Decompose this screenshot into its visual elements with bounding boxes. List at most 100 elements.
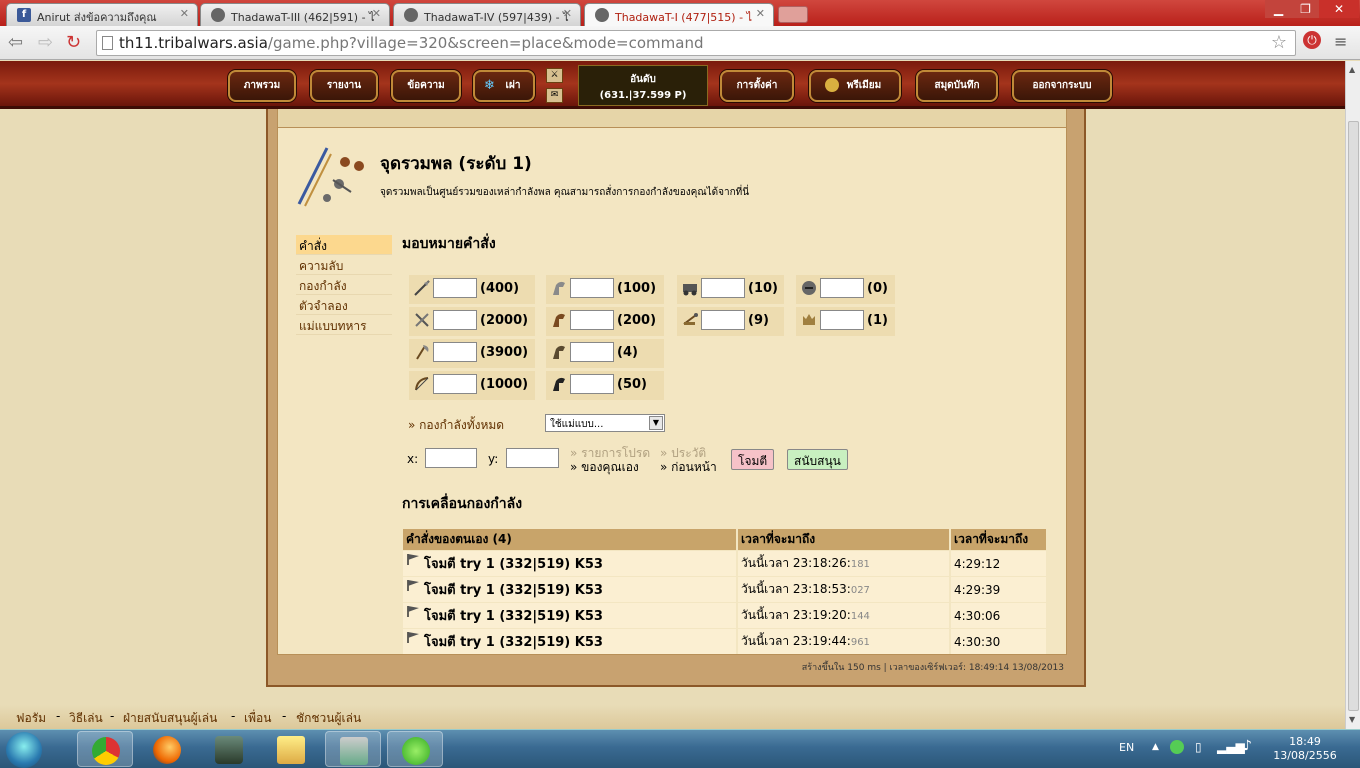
ram-input[interactable] <box>701 278 745 298</box>
chevron-down-icon[interactable]: ▼ <box>649 416 663 430</box>
tray-up-arrow-icon[interactable]: ▲ <box>1152 742 1159 752</box>
footer-link-support[interactable]: ฝ่ายสนับสนุนผู้เล่น <box>123 709 217 728</box>
menu-notebook-button[interactable]: สมุดบันทึก <box>916 70 998 102</box>
command-name-link[interactable]: โจมตี try 1 (332|519) K53 <box>424 635 603 650</box>
volume-icon[interactable]: ♪ <box>1243 738 1252 754</box>
arrival-time: วันนี้เวลา 23:19:44: <box>741 634 851 648</box>
browser-tab[interactable]: f Anirut ส่งข้อความถึงคุณ ✕ <box>6 3 198 26</box>
menu-map-button[interactable]: ภาพรวม <box>228 70 296 102</box>
light-input[interactable] <box>570 310 614 330</box>
archer-input[interactable] <box>433 374 477 394</box>
new-tab-button[interactable] <box>778 6 808 23</box>
all-troops-link[interactable]: » กองกำลังทั้งหมด <box>408 416 504 435</box>
own-favorites-link[interactable]: » รายการโปรด » ของคุณเอง <box>570 446 650 474</box>
network-signal-icon[interactable]: ▂▄▆ <box>1217 740 1245 754</box>
axe-count[interactable]: (3900) <box>480 345 528 360</box>
sidemenu-item-simulator[interactable]: ตัวจำลอง <box>296 295 392 315</box>
spy-input[interactable] <box>570 278 614 298</box>
catapult-count[interactable]: (9) <box>748 313 769 328</box>
browser-tab-active[interactable]: ThadawaT-I (477|515) - ไ ✕ <box>584 3 774 26</box>
browser-tab[interactable]: ThadawaT-IV (597|439) - ไ ✕ <box>393 3 581 26</box>
windows-taskbar: EN ▲ ▯ ▂▄▆ ♪ 18:49 13/08/2556 <box>0 729 1360 768</box>
spear-count[interactable]: (400) <box>480 281 519 296</box>
scroll-down-icon[interactable]: ▼ <box>1349 715 1355 724</box>
taskbar-game[interactable] <box>201 731 257 767</box>
template-select[interactable]: ใช้แม่แบบ... ▼ <box>545 414 665 432</box>
taskbar-clock[interactable]: 18:49 13/08/2556 <box>1270 735 1340 763</box>
spy-count[interactable]: (100) <box>617 281 656 296</box>
support-button[interactable]: สนับสนุน <box>787 449 848 470</box>
y-coordinate-input[interactable] <box>506 448 559 468</box>
footer-link-help[interactable]: วิธีเล่น <box>69 709 103 728</box>
sword-input[interactable] <box>433 310 477 330</box>
menu-messages-button[interactable]: ข้อความ <box>391 70 461 102</box>
knight-input[interactable] <box>820 278 864 298</box>
x-coordinate-input[interactable] <box>425 448 477 468</box>
command-name-link[interactable]: โจมตี try 1 (332|519) K53 <box>424 583 603 598</box>
maximize-button[interactable]: ❐ <box>1292 0 1319 18</box>
snob-count[interactable]: (1) <box>867 313 888 328</box>
knight-count[interactable]: (0) <box>867 281 888 296</box>
menu-tribe-button[interactable]: ❄ เผ่า <box>473 70 535 102</box>
browser-tab[interactable]: ThadawaT-III (462|591) - ไ ✕ <box>200 3 390 26</box>
sword-icon[interactable]: ⚔ <box>546 68 563 83</box>
scroll-icon[interactable]: ✉ <box>546 88 563 103</box>
sidemenu-item-templates[interactable]: แม่แบบทหาร <box>296 315 392 335</box>
adblock-icon[interactable]: ⏻ <box>1303 31 1321 49</box>
taskbar-utorrent[interactable] <box>387 731 443 767</box>
command-name-link[interactable]: โจมตี try 1 (332|519) K53 <box>424 557 603 572</box>
menu-reports-button[interactable]: รายงาน <box>310 70 378 102</box>
menu-icon[interactable]: ≡ <box>1334 32 1347 51</box>
footer-link-friends[interactable]: เพื่อน <box>244 709 271 728</box>
heavy-input[interactable] <box>570 374 614 394</box>
close-tab-icon[interactable]: ✕ <box>180 7 189 20</box>
axe-input[interactable] <box>433 342 477 362</box>
page-scrollbar[interactable]: ▲ ▼ <box>1345 61 1360 729</box>
usb-icon[interactable]: ▯ <box>1195 740 1202 754</box>
command-name-link[interactable]: โจมตี try 1 (332|519) K53 <box>424 609 603 624</box>
scrollbar-thumb[interactable] <box>1348 121 1359 711</box>
menu-logout-button[interactable]: ออกจากระบบ <box>1012 70 1112 102</box>
sidemenu-item-secret[interactable]: ความลับ <box>296 255 392 275</box>
marcher-input[interactable] <box>570 342 614 362</box>
close-tab-icon[interactable]: ✕ <box>372 7 381 20</box>
close-tab-icon[interactable]: ✕ <box>563 7 572 20</box>
forward-arrow-icon[interactable]: ⇨ <box>38 32 53 53</box>
rank-label: อันดับ <box>630 74 656 85</box>
footer-link-forum[interactable]: ฟอรัม <box>16 709 46 728</box>
light-count[interactable]: (200) <box>617 313 656 328</box>
address-bar[interactable]: th11.tribalwars.asia/game.php?village=32… <box>96 30 1296 56</box>
taskbar-explorer[interactable] <box>263 731 319 767</box>
ram-count[interactable]: (10) <box>748 281 778 296</box>
tray-utorrent-icon[interactable] <box>1170 740 1184 754</box>
close-window-button[interactable]: ✕ <box>1319 0 1359 18</box>
heavy-count[interactable]: (50) <box>617 377 647 392</box>
language-indicator[interactable]: EN <box>1119 741 1134 754</box>
taskbar-program[interactable] <box>325 731 381 767</box>
bookmark-star-icon[interactable]: ☆ <box>1271 31 1287 55</box>
sidemenu-item-troops[interactable]: กองกำลัง <box>296 275 392 295</box>
history-link[interactable]: » ประวัติ » ก่อนหน้า <box>660 446 717 474</box>
start-button[interactable] <box>6 732 42 768</box>
computer-icon <box>340 737 368 765</box>
back-arrow-icon[interactable]: ⇦ <box>8 32 23 53</box>
marcher-count[interactable]: (4) <box>617 345 638 360</box>
rank-box[interactable]: อันดับ (631.|37.599 P) <box>578 65 708 106</box>
scroll-up-icon[interactable]: ▲ <box>1349 65 1355 74</box>
rank-value: (631.|37.599 P) <box>599 90 687 101</box>
menu-premium-button[interactable]: พรีเมียม <box>809 70 901 102</box>
archer-count[interactable]: (1000) <box>480 377 528 392</box>
minimize-button[interactable]: ▁ <box>1265 0 1292 18</box>
menu-settings-button[interactable]: การตั้งค่า <box>720 70 794 102</box>
footer-link-invite[interactable]: ชักชวนผู้เล่น <box>296 709 361 728</box>
close-tab-icon[interactable]: ✕ <box>756 7 765 20</box>
taskbar-chrome[interactable] <box>77 731 133 767</box>
sword-count[interactable]: (2000) <box>480 313 528 328</box>
attack-button[interactable]: โจมตี <box>731 449 775 470</box>
snob-input[interactable] <box>820 310 864 330</box>
sidemenu-item-command[interactable]: คำสั่ง <box>296 235 392 255</box>
reload-icon[interactable]: ↻ <box>66 32 81 53</box>
taskbar-firefox[interactable] <box>139 731 195 767</box>
catapult-input[interactable] <box>701 310 745 330</box>
spear-input[interactable] <box>433 278 477 298</box>
